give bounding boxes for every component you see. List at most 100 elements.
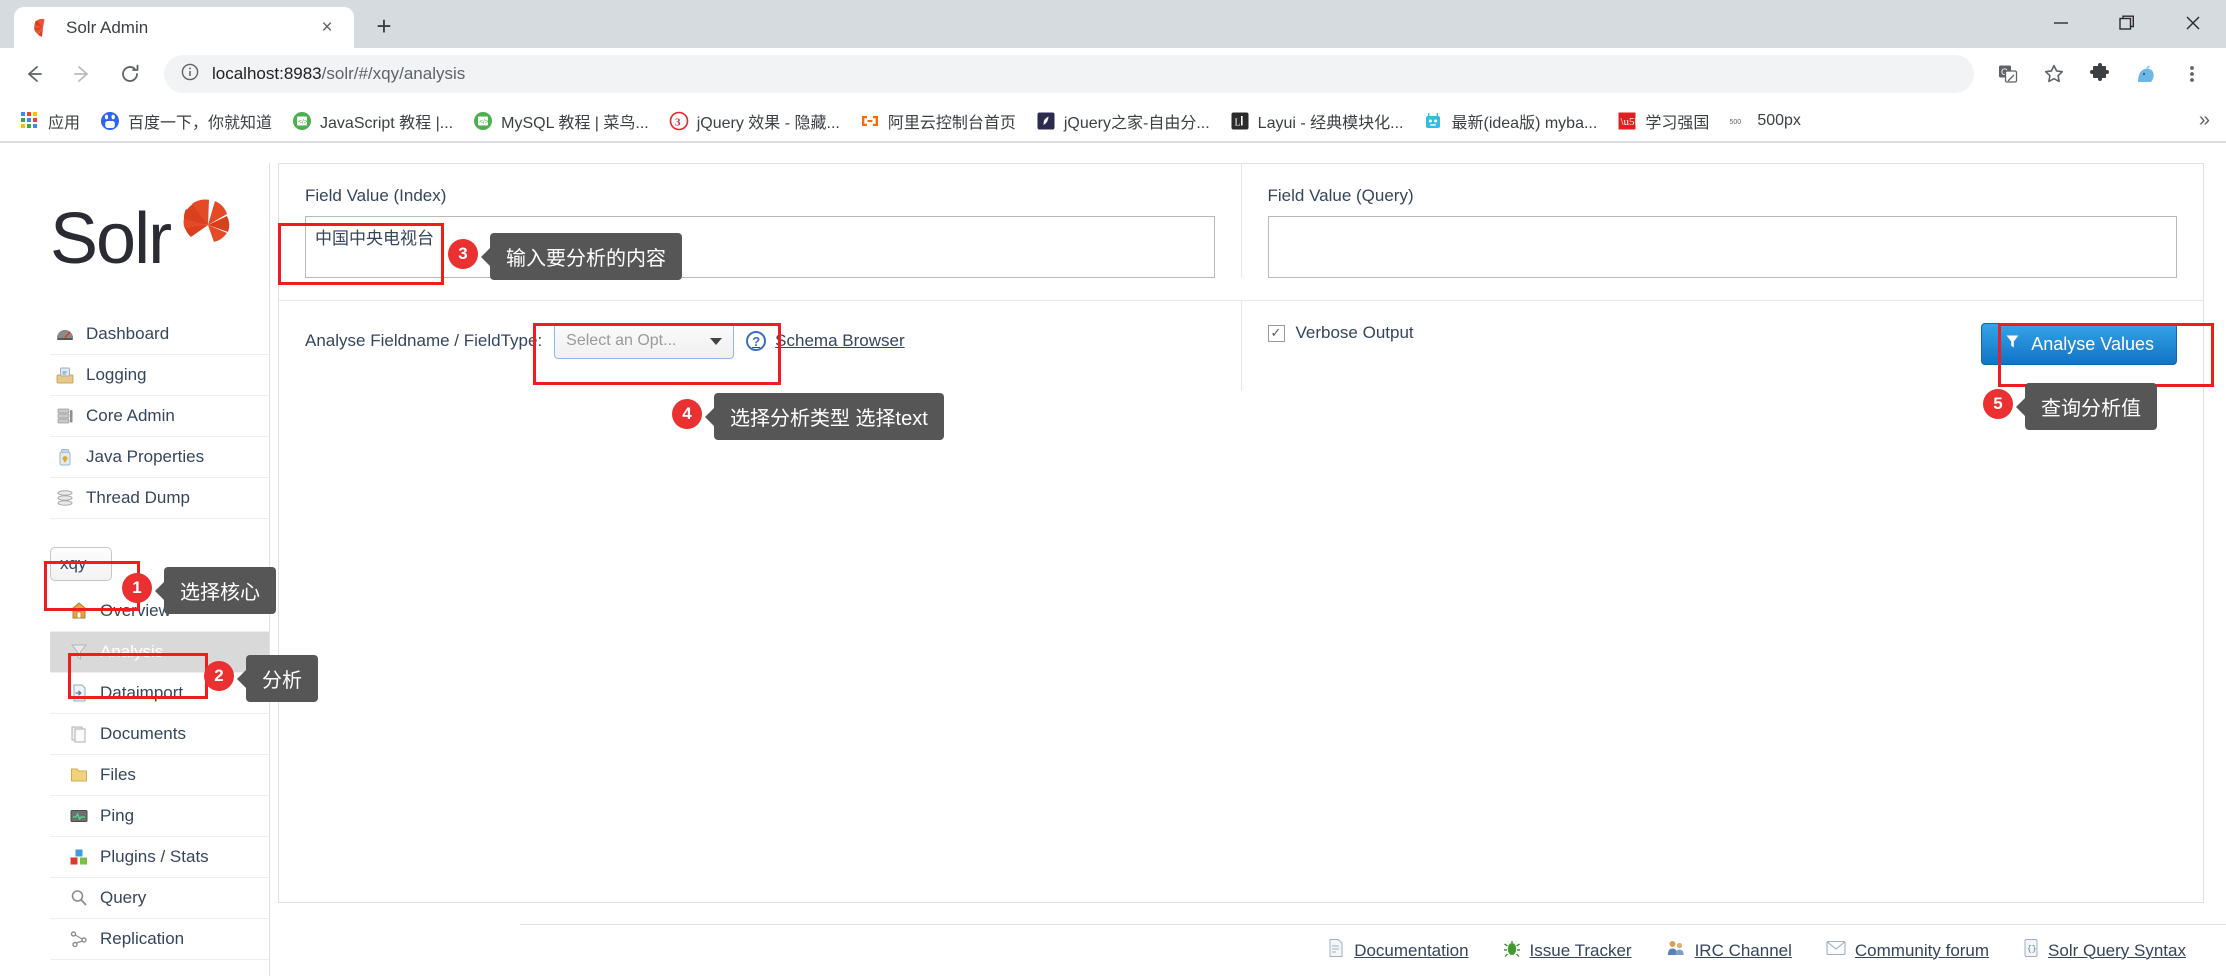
sidebar-label: Replication: [100, 929, 185, 948]
annotation-number-5: 5: [1983, 389, 2013, 419]
bookmark-mysql-tutorial[interactable]: </> MySQL 教程 | 菜鸟...: [465, 105, 657, 137]
close-icon[interactable]: ×: [314, 15, 340, 41]
analysis-controls-row: Analyse Fieldname / FieldType: Select an…: [279, 301, 2203, 391]
sidebar-link-replication[interactable]: Replication: [50, 919, 269, 959]
sidebar-link-ping[interactable]: Ping: [50, 796, 269, 836]
footer-link-community-forum[interactable]: Community forum: [1826, 940, 1989, 961]
browser-titlebar: Solr Admin × +: [0, 0, 2226, 48]
sidebar-item-java-properties[interactable]: Java Properties: [50, 437, 269, 478]
analyse-fieldtype-col: Analyse Fieldname / FieldType: Select an…: [279, 301, 1241, 391]
bookmark-layui[interactable]: L Layui - 经典模块化...: [1222, 105, 1412, 137]
new-tab-button[interactable]: +: [364, 6, 404, 46]
dataimport-icon: [68, 682, 90, 704]
schema-browser-link[interactable]: ? Schema Browser: [746, 331, 905, 351]
irc-channel-icon: [1666, 938, 1686, 963]
baidu-icon: [100, 111, 120, 131]
footer-link-solr-query-syntax[interactable]: {} Solr Query Syntax: [2023, 938, 2186, 963]
bookmark-xuexiqiangguo[interactable]: \u5b66 学习强国: [1609, 105, 1717, 137]
sidebar-link-logging[interactable]: Logging: [50, 355, 269, 395]
fieldtype-select-value: Select an Opt...: [566, 332, 677, 349]
extensions-puzzle-icon[interactable]: [2078, 52, 2122, 96]
sidebar-label: Ping: [100, 806, 135, 825]
layui-icon: L: [1230, 111, 1250, 131]
minimize-icon[interactable]: [2028, 0, 2094, 46]
sidebar-item-dashboard[interactable]: Dashboard: [50, 314, 269, 355]
sidebar-link-files[interactable]: Files: [50, 755, 269, 795]
annotation-tooltip-2: 分析: [246, 655, 318, 702]
sidebar-item-replication[interactable]: Replication: [50, 919, 269, 960]
url-host: localhost:8983: [212, 64, 322, 83]
sidebar-link-analysis[interactable]: Analysis: [50, 632, 269, 672]
fieldtype-select[interactable]: Select an Opt...: [554, 323, 735, 359]
core-selector[interactable]: xqy: [50, 547, 112, 581]
sidebar-item-analysis[interactable]: Analysis: [50, 632, 269, 673]
sidebar-item-query[interactable]: Query: [50, 878, 269, 919]
core-admin-icon: [54, 405, 76, 427]
bookmark-javascript-tutorial[interactable]: </> JavaScript 教程 |...: [284, 105, 461, 137]
window-controls: [2028, 0, 2226, 46]
bookmark-aliyun-console[interactable]: 阿里云控制台首页: [852, 105, 1024, 137]
analyse-fieldtype-label: Analyse Fieldname / FieldType:: [305, 331, 543, 350]
fivehundredpx-icon: 500: [1729, 111, 1749, 131]
forward-icon[interactable]: [60, 52, 104, 96]
checkbox-icon[interactable]: ✓: [1267, 324, 1285, 342]
bookmark-label: 百度一下，你就知道: [128, 114, 273, 132]
info-circle-icon[interactable]: [180, 62, 200, 87]
sidebar-item-plugins-stats[interactable]: Plugins / Stats: [50, 837, 269, 878]
footer-link-irc-channel[interactable]: IRC Channel: [1666, 938, 1792, 963]
verbose-output-label: Verbose Output: [1295, 323, 1414, 342]
sidebar-item-thread-dump[interactable]: Thread Dump: [50, 478, 269, 519]
bookmark-apps[interactable]: 应用: [12, 105, 88, 137]
sidebar-link-documents[interactable]: Documents: [50, 714, 269, 754]
sidebar-link-plugins-stats[interactable]: Plugins / Stats: [50, 837, 269, 877]
svg-text:3: 3: [675, 116, 681, 128]
sidebar-link-query[interactable]: Query: [50, 878, 269, 918]
translate-icon[interactable]: G: [1986, 52, 2030, 96]
bookmark-jquery-effects[interactable]: 3 jQuery 效果 - 隐藏...: [661, 105, 848, 137]
bookmark-label: jQuery 效果 - 隐藏...: [696, 114, 840, 132]
bookmark-500px[interactable]: 500 500px: [1721, 107, 1809, 135]
sidebar-label: Analysis: [100, 642, 164, 661]
verbose-output-checkbox[interactable]: ✓ Verbose Output: [1267, 323, 1414, 343]
verbose-and-analyse-col: ✓ Verbose Output Analyse Values: [1240, 301, 2204, 391]
apps-grid-icon: [20, 111, 40, 131]
sidebar-item-ping[interactable]: Ping: [50, 796, 269, 837]
bookmark-mybatis[interactable]: 最新(idea版) myba...: [1415, 105, 1605, 137]
field-value-index-input[interactable]: [305, 216, 1215, 278]
analyse-values-button[interactable]: Analyse Values: [1981, 323, 2177, 365]
maximize-icon[interactable]: [2094, 0, 2160, 46]
bookmark-baidu[interactable]: 百度一下，你就知道: [92, 105, 280, 137]
footer-link-issue-tracker[interactable]: Issue Tracker: [1503, 938, 1632, 963]
bookmark-jquery-home[interactable]: jQuery之家-自由分...: [1028, 105, 1218, 137]
browser-tab-solr-admin[interactable]: Solr Admin ×: [14, 7, 354, 48]
field-value-query-input[interactable]: [1267, 216, 2177, 278]
annotation-tooltip-5: 查询分析值: [2025, 383, 2157, 430]
sidebar-item-core-admin[interactable]: Core Admin: [50, 396, 269, 437]
back-icon[interactable]: [12, 52, 56, 96]
xuexi-icon: \u5b66: [1617, 111, 1652, 131]
more-menu-icon[interactable]: [2170, 52, 2214, 96]
bookmark-label: jQuery之家-自由分...: [1063, 114, 1210, 132]
address-bar[interactable]: localhost:8983/solr/#/xqy/analysis: [164, 55, 1974, 93]
bookmarks-overflow-icon[interactable]: »: [2193, 107, 2216, 134]
mybatis-icon: [1423, 111, 1443, 131]
sidebar-item-logging[interactable]: Logging: [50, 355, 269, 396]
sidebar-item-files[interactable]: Files: [50, 755, 269, 796]
java-properties-icon: [54, 446, 76, 468]
bookmark-label: Layui - 经典模块化...: [1257, 114, 1404, 132]
logging-icon: [54, 364, 76, 386]
window-close-icon[interactable]: [2160, 0, 2226, 46]
sidebar-link-java-properties[interactable]: Java Properties: [50, 437, 269, 477]
footer-link-documentation[interactable]: Documentation: [1327, 938, 1469, 963]
sidebar-item-documents[interactable]: Documents: [50, 714, 269, 755]
documentation-icon: [1327, 938, 1345, 963]
sidebar-link-thread-dump[interactable]: Thread Dump: [50, 478, 269, 518]
profile-avatar-icon[interactable]: [2124, 52, 2168, 96]
sidebar-link-core-admin[interactable]: Core Admin: [50, 396, 269, 436]
solr-logo[interactable]: Solr: [20, 181, 269, 314]
bookmark-star-icon[interactable]: [2032, 52, 2076, 96]
solr-favicon-icon: [32, 17, 54, 39]
sidebar-link-dashboard[interactable]: Dashboard: [50, 314, 269, 354]
query-magnifier-icon: [68, 887, 90, 909]
reload-icon[interactable]: [108, 52, 152, 96]
